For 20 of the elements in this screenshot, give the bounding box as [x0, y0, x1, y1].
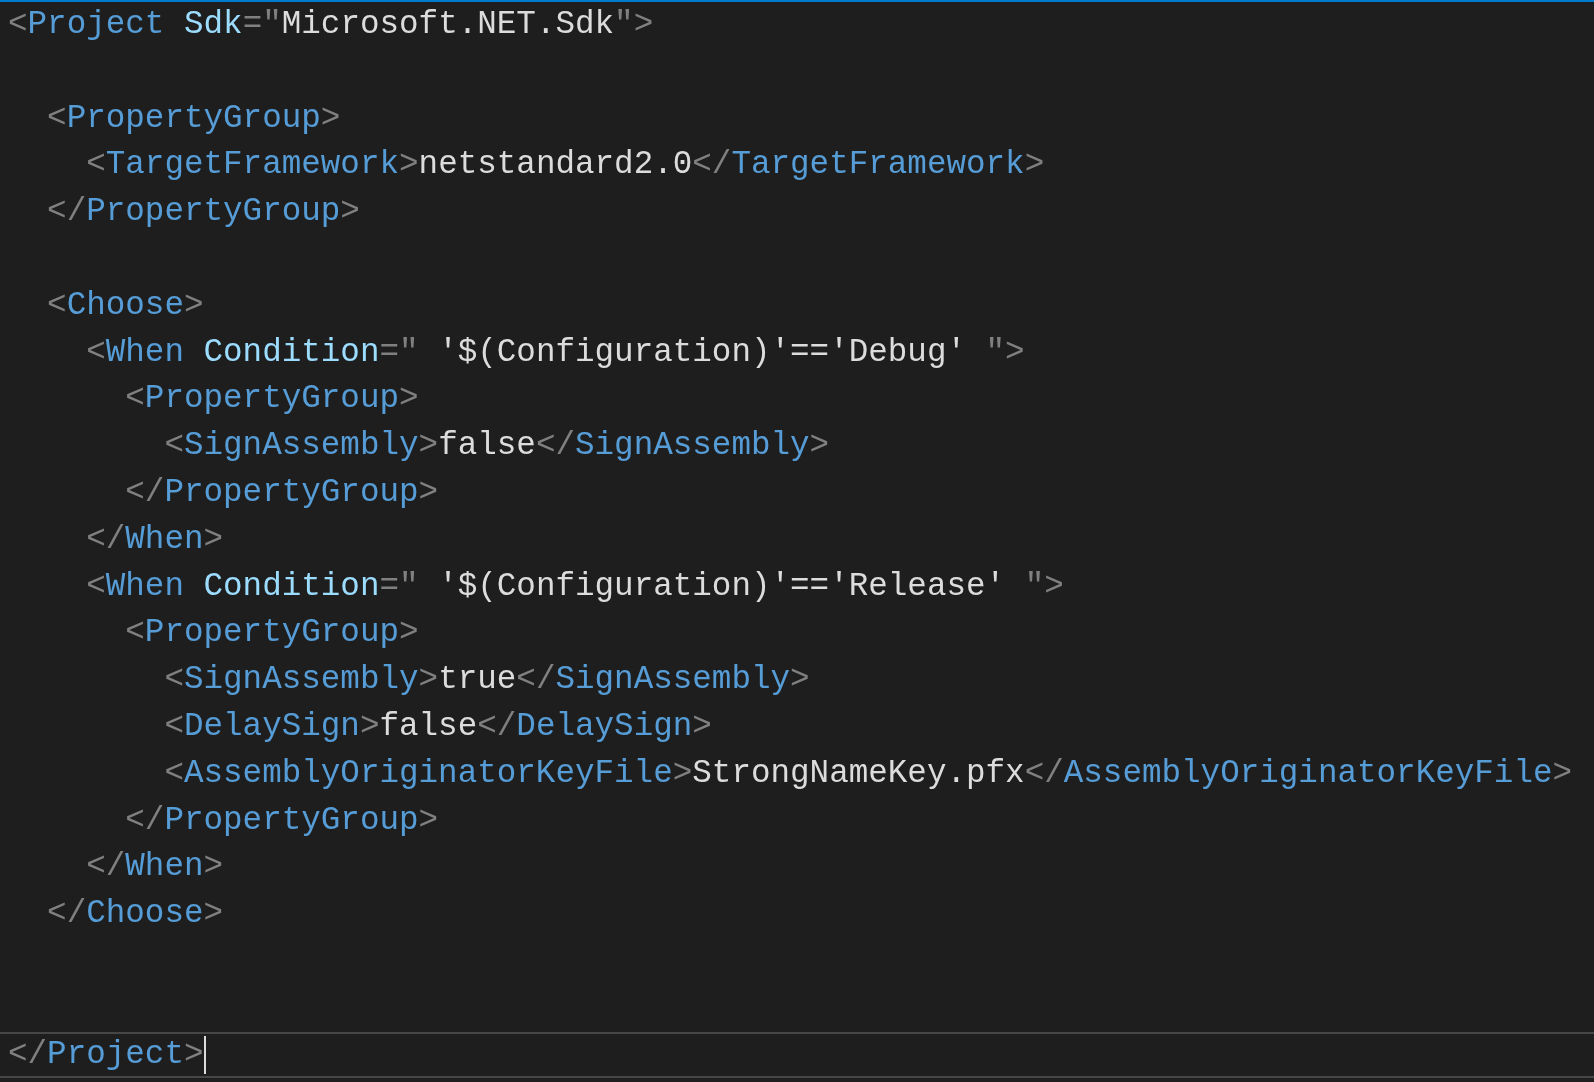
code-line: </Choose> [46, 894, 224, 935]
code-line: <Project Sdk="Microsoft.NET.Sdk"> [8, 5, 654, 45]
code-line: <When Condition=" '$(Configuration)'=='Release' "> [85, 566, 1064, 607]
code-line: <SignAssembly>true</SignAssembly> [163, 660, 810, 701]
code-line: <TargetFramework>netstandard2.0</TargetFramework> [85, 145, 1045, 186]
code-line: </PropertyGroup> [124, 800, 439, 841]
text-cursor [203, 1035, 206, 1074]
code-line: <PropertyGroup> [124, 379, 419, 420]
code-line: <When Condition=" '$(Configuration)'=='Debug' "> [85, 332, 1025, 373]
code-line: <PropertyGroup> [46, 98, 341, 139]
code-line: <PropertyGroup> [124, 613, 419, 654]
code-line: <SignAssembly>false</SignAssembly> [163, 426, 830, 467]
code-line: <AssemblyOriginatorKeyFile>StrongNameKey.pfx</AssemblyOriginatorKeyFile> [163, 753, 1573, 794]
code-line: </PropertyGroup> [46, 192, 360, 233]
code-line: </PropertyGroup> [124, 472, 439, 513]
code-line: <DelaySign>false</DelaySign> [163, 706, 712, 747]
code-line: <Choose> [46, 285, 204, 326]
code-line: </When> [85, 847, 224, 888]
code-line: </When> [85, 519, 224, 560]
code-line: </Project> [8, 1034, 204, 1075]
